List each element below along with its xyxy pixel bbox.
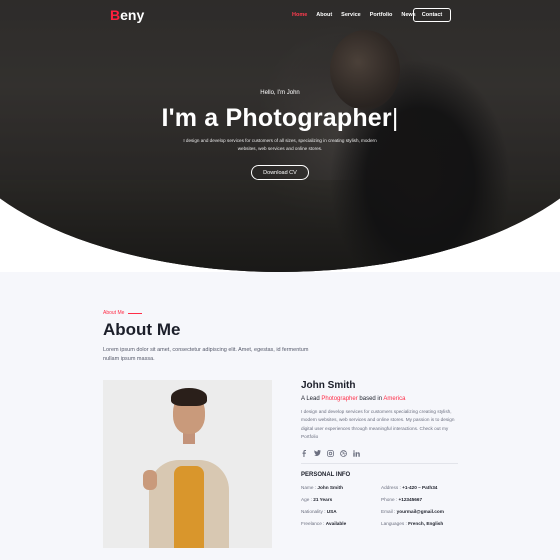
info-email: Email : yourmail@gmail.com <box>381 508 444 514</box>
nav-link-home[interactable]: Home <box>292 12 307 18</box>
download-cv-button[interactable]: Download CV <box>251 165 309 180</box>
personal-info-grid: Name : John Smith Address : +1-420 – Pat… <box>301 485 458 526</box>
hero-greeting: Hello, I'm John <box>260 90 300 96</box>
info-freelance: Freelance : Available <box>301 520 347 526</box>
hero-section: Beny Home About Service Portfolio News C… <box>0 0 560 272</box>
hero-content: Hello, I'm John I'm a Photographer| I de… <box>0 90 560 180</box>
info-phone: Phone : +12345667 <box>381 496 423 502</box>
dribbble-icon[interactable] <box>340 449 347 457</box>
section-label: About Me <box>103 310 143 316</box>
profile-name: John Smith <box>301 380 356 391</box>
twitter-icon[interactable] <box>314 450 321 457</box>
nav-link-service[interactable]: Service <box>341 12 361 18</box>
profile-description: I design and develop services for custom… <box>301 409 455 440</box>
info-nationality: Nationality : USA <box>301 508 337 514</box>
typing-cursor: | <box>391 104 399 132</box>
contact-button[interactable]: Contact <box>413 8 451 22</box>
info-age: Age : 21 Years <box>301 496 333 502</box>
section-title: About Me <box>103 320 181 339</box>
facebook-icon[interactable] <box>301 449 308 457</box>
logo[interactable]: Beny <box>110 7 144 23</box>
info-address: Address : +1-420 – Path34 <box>381 484 438 490</box>
nav-link-about[interactable]: About <box>316 12 332 18</box>
personal-info-title: PERSONAL INFO <box>301 471 351 478</box>
linkedin-icon[interactable] <box>353 449 360 457</box>
nav-links: Home About Service Portfolio News <box>292 12 416 18</box>
instagram-icon[interactable] <box>327 449 334 457</box>
profile-photo <box>103 380 272 548</box>
hero-title: I'm a Photographer| <box>161 104 399 132</box>
info-name: Name : John Smith <box>301 484 343 490</box>
social-links <box>301 449 458 457</box>
info-languages: Languages : French, English <box>381 520 444 526</box>
divider <box>301 462 458 464</box>
section-lead: Lorem ipsum dolor sit amet, consectetur … <box>103 347 309 362</box>
profile-role: A Lead Photographer based in America <box>301 396 406 402</box>
hero-description: I design and develop services for custom… <box>183 138 377 151</box>
about-section: About Me About Me Lorem ipsum dolor sit … <box>0 272 560 560</box>
nav-link-portfolio[interactable]: Portfolio <box>370 12 393 18</box>
profile-info: John Smith A Lead Photographer based in … <box>301 380 458 526</box>
navbar: Beny Home About Service Portfolio News C… <box>0 0 560 30</box>
